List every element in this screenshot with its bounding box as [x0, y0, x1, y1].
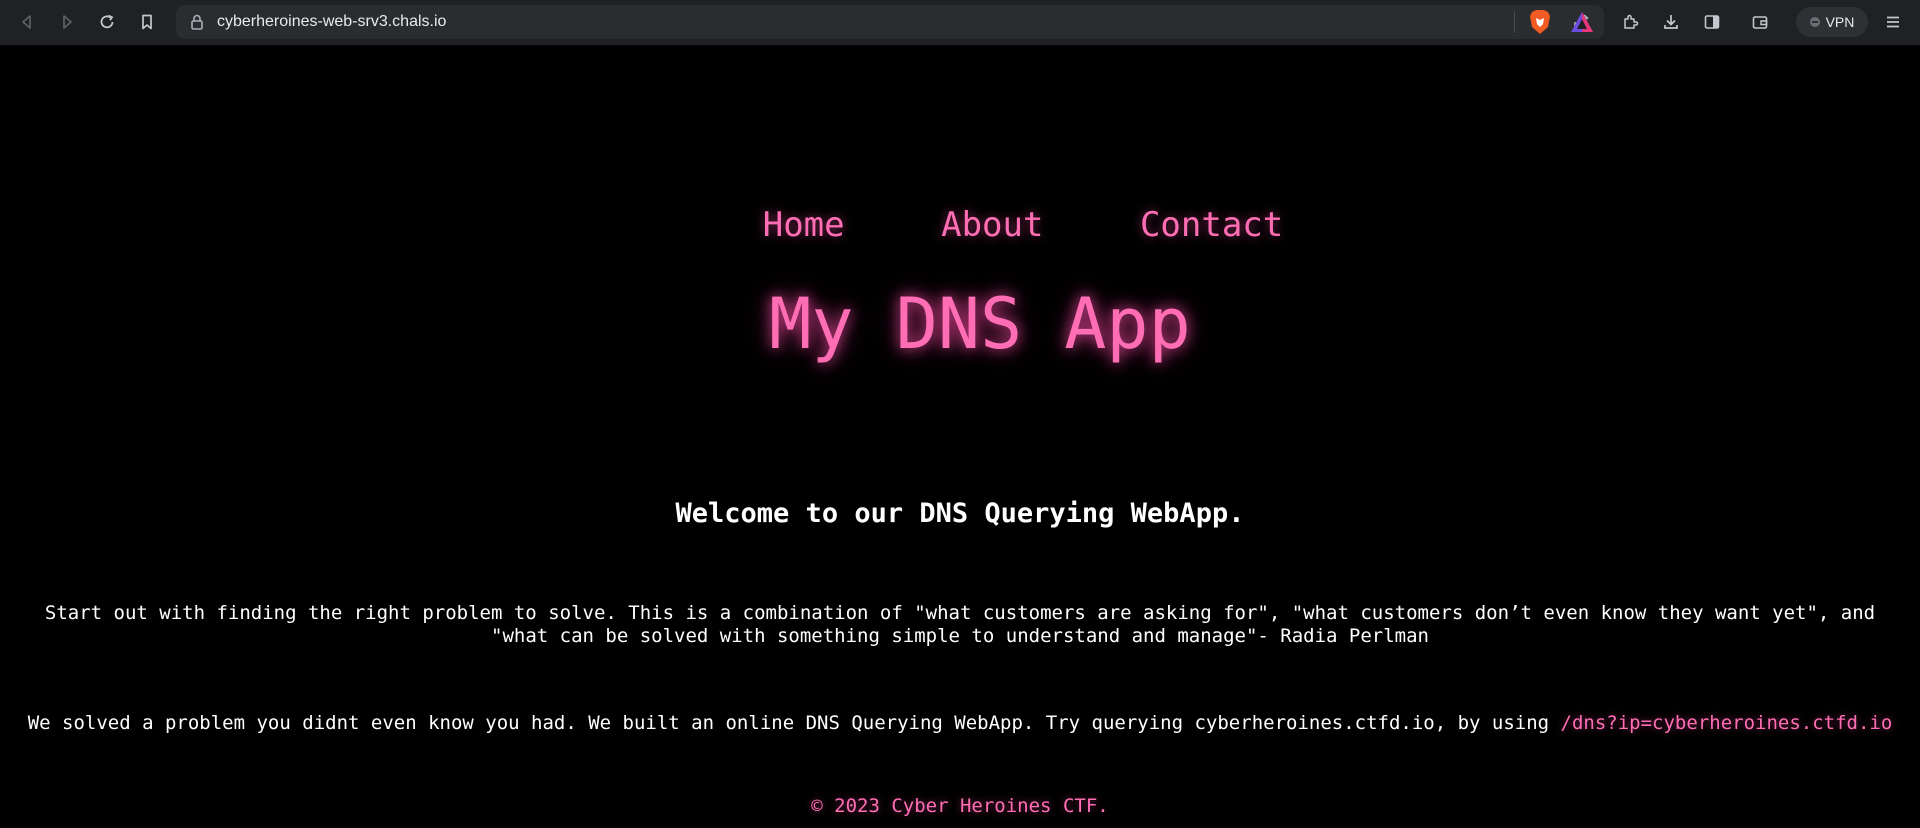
vpn-status-icon: [1809, 17, 1820, 27]
extensions-icon[interactable]: [1616, 8, 1646, 36]
dns-query-link[interactable]: /dns?ip=cyberheroines.ctfd.io: [1561, 712, 1893, 734]
menu-icon[interactable]: [1878, 8, 1908, 36]
intro-paragraph: We solved a problem you didnt even know …: [0, 712, 1920, 734]
vpn-label: VPN: [1825, 14, 1855, 30]
address-bar[interactable]: cyberheroines-web-srv3.chals.io: [176, 5, 1604, 39]
back-icon[interactable]: [12, 8, 42, 36]
page: Home About Contact My DNS App Welcome to…: [0, 45, 1920, 828]
reload-icon[interactable]: [92, 8, 122, 36]
quote-paragraph: Start out with finding the right problem…: [44, 602, 1876, 647]
toolbar-divider: [1514, 11, 1515, 33]
nav-about-link[interactable]: About: [941, 205, 1043, 245]
browser-toolbar: cyberheroines-web-srv3.chals.io VPN: [0, 0, 1920, 45]
intro-text: We solved a problem you didnt even know …: [27, 712, 1561, 734]
vpn-button[interactable]: VPN: [1796, 7, 1868, 37]
bookmark-icon[interactable]: [132, 8, 162, 36]
brave-shields-icon[interactable]: [1528, 9, 1552, 35]
welcome-heading: Welcome to our DNS Querying WebApp.: [675, 498, 1245, 529]
wallet-icon[interactable]: [1745, 8, 1775, 36]
brave-rewards-icon[interactable]: [1570, 11, 1594, 33]
sidebar-icon[interactable]: [1697, 8, 1727, 36]
forward-icon[interactable]: [52, 8, 82, 36]
lock-icon[interactable]: [188, 13, 206, 31]
page-title: My DNS App: [769, 283, 1191, 365]
url-text[interactable]: cyberheroines-web-srv3.chals.io: [217, 13, 446, 31]
footer-copyright: © 2023 Cyber Heroines CTF.: [811, 795, 1109, 817]
nav-contact-link[interactable]: Contact: [1140, 205, 1283, 245]
download-icon[interactable]: [1656, 8, 1686, 36]
nav-home-link[interactable]: Home: [763, 205, 845, 245]
main-nav: Home About Contact: [0, 205, 1920, 245]
